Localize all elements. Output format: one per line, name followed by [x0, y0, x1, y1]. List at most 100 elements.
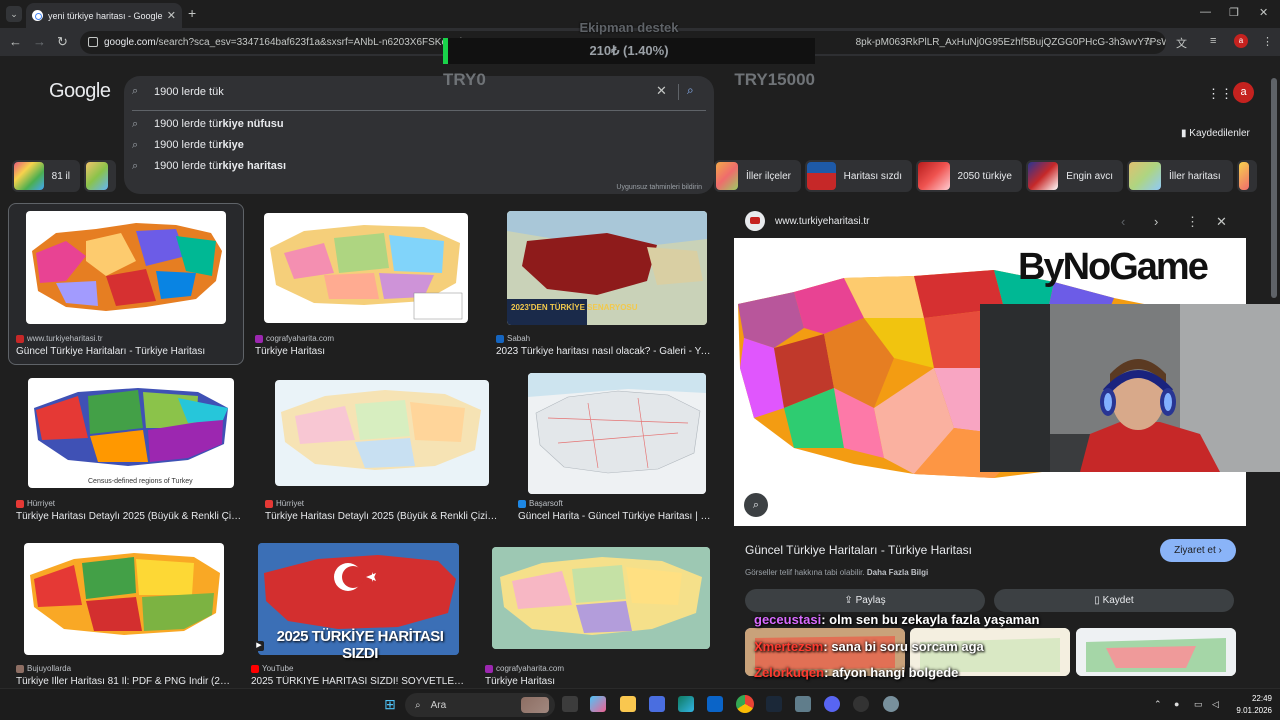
reload-icon[interactable]: ↻: [57, 34, 68, 50]
chip-iller-ilceler[interactable]: İller ilçeler: [714, 160, 801, 192]
taskbar-clock[interactable]: 22:49 9.01.2026: [1230, 693, 1272, 717]
browser-menu-icon[interactable]: ⋮: [1262, 35, 1273, 48]
chrome-icon[interactable]: [736, 695, 754, 713]
result-image[interactable]: [264, 213, 468, 323]
search-input[interactable]: [154, 82, 644, 102]
windows-taskbar: ⊞ ⌕ Ara ⌃ ● ▭ ◁ 22:49 9.01.2026: [0, 688, 1280, 720]
previous-icon[interactable]: ‹: [1121, 214, 1125, 229]
google-account-avatar[interactable]: a: [1233, 82, 1254, 103]
translate-icon[interactable]: 文: [1176, 35, 1187, 51]
result-caption[interactable]: Güncel Harita - Güncel Türkiye Haritası …: [518, 511, 716, 522]
result-caption[interactable]: Türkiye Haritası: [485, 676, 705, 687]
site-info-icon[interactable]: [88, 37, 98, 47]
chip-thumb: [918, 162, 950, 190]
chip-iller-haritasi[interactable]: İller haritası: [1127, 160, 1233, 192]
result-caption[interactable]: Türkiye Haritası Detaylı 2025 (Büyük & R…: [265, 511, 499, 522]
widgets-icon[interactable]: [590, 696, 606, 712]
close-preview-icon[interactable]: ✕: [1216, 214, 1227, 230]
store-icon[interactable]: [649, 696, 665, 712]
saved-link[interactable]: ▮ Kaydedilenler: [1181, 128, 1250, 139]
media-icon[interactable]: ≡: [1210, 35, 1216, 47]
result-caption[interactable]: Türkiye Haritası Detaylı 2025 (Büyük & R…: [16, 511, 244, 522]
google-apps-icon[interactable]: ⋮⋮: [1207, 86, 1233, 102]
chip-thumb: [14, 162, 44, 190]
result-caption[interactable]: Türkiye İller Haritası 81 İl: PDF & PNG …: [16, 676, 232, 687]
tray-overflow-icon[interactable]: ⌃: [1154, 699, 1162, 710]
chip-engin-avci[interactable]: Engin avcı: [1026, 160, 1123, 192]
microphone-icon[interactable]: ●: [1174, 699, 1179, 709]
result-image[interactable]: [24, 543, 224, 655]
visit-button[interactable]: Ziyaret et ›: [1160, 539, 1236, 562]
task-view-icon[interactable]: [562, 696, 578, 712]
back-icon[interactable]: ←: [9, 34, 22, 49]
suggestion-item[interactable]: ⌕ 1900 lerde türkiye haritası: [124, 156, 714, 177]
close-window-icon[interactable]: ✕: [1259, 6, 1268, 19]
profile-avatar[interactable]: a: [1234, 34, 1248, 48]
network-icon[interactable]: ▭: [1194, 699, 1203, 710]
related-image[interactable]: [1076, 628, 1236, 676]
suggestion-item[interactable]: ⌕ 1900 lerde türkiye: [124, 135, 714, 156]
site-icon: [16, 499, 24, 508]
learn-more-link[interactable]: Daha Fazla Bilgi: [867, 568, 928, 577]
result-caption[interactable]: 2023 Türkiye haritası nasıl olacak? - Ga…: [496, 346, 716, 357]
url-host: google.com: [104, 37, 156, 48]
discord-icon[interactable]: [824, 696, 840, 712]
result-image[interactable]: 2023'DEN TÜRKİYE SENARYOSU: [507, 211, 707, 325]
search-highlight-icon: [521, 697, 549, 713]
browser-tab[interactable]: yeni türkiye haritası - Google'da ✕: [26, 3, 182, 28]
bookmark-star-icon[interactable]: ☆: [1143, 35, 1153, 48]
url-tail: 8pk-pM063RkPlLR_AxHuNj0G95Ezhf5BujQZGG0P…: [855, 37, 1166, 48]
search-icon: ⌕: [132, 118, 139, 130]
preview-site-name: www.turkiyeharitasi.tr: [775, 215, 870, 227]
restore-icon[interactable]: ❐: [1229, 6, 1239, 19]
preview-site-header[interactable]: www.turkiyeharitasi.tr: [745, 210, 869, 232]
scrollbar-thumb[interactable]: [1271, 78, 1277, 298]
result-image[interactable]: Census-defined regions of Turkey: [28, 378, 234, 488]
settings-icon[interactable]: [883, 696, 899, 712]
chip-haritasi-sizdi[interactable]: Haritası sızdı: [805, 160, 912, 192]
chip-thumb: [86, 162, 108, 190]
file-explorer-icon[interactable]: [620, 696, 636, 712]
suggestion-text: 1900 lerde türkiye nüfusu: [154, 118, 284, 130]
steam-icon[interactable]: [766, 696, 782, 712]
mail-icon[interactable]: [707, 696, 723, 712]
result-image[interactable]: [492, 547, 710, 649]
new-tab-button[interactable]: +: [188, 5, 196, 21]
google-logo[interactable]: Google: [49, 80, 111, 103]
result-source: Bujuyollarda: [16, 664, 71, 673]
result-source: Hürriyet: [16, 499, 55, 508]
share-button[interactable]: ⇪ Paylaş: [745, 589, 985, 612]
forward-icon[interactable]: →: [33, 34, 46, 49]
result-image[interactable]: [275, 380, 489, 486]
result-caption[interactable]: Türkiye Haritası: [255, 346, 475, 357]
result-caption[interactable]: 2025 TÜRKİYE HARİTASI SIZDI! SOYVETLERİ.…: [251, 676, 465, 687]
lens-icon[interactable]: ⌕: [744, 493, 768, 517]
close-tab-icon[interactable]: ✕: [167, 9, 176, 22]
result-caption[interactable]: Güncel Türkiye Haritaları - Türkiye Hari…: [16, 346, 236, 357]
start-icon[interactable]: ⊞: [382, 696, 398, 712]
search-submit-icon[interactable]: ⌕: [687, 83, 694, 98]
tab-search-button[interactable]: ⌄: [6, 6, 22, 22]
minimize-icon[interactable]: —: [1200, 6, 1211, 18]
clear-icon[interactable]: ✕: [656, 83, 667, 99]
taskbar-search[interactable]: ⌕ Ara: [405, 693, 555, 717]
address-bar[interactable]: google.com/search?sca_esv=3347164baf623f…: [80, 31, 1166, 54]
volume-icon[interactable]: ◁: [1212, 699, 1219, 710]
more-options-icon[interactable]: ⋮: [1186, 214, 1199, 230]
result-image[interactable]: [528, 373, 706, 494]
app-icon[interactable]: [795, 696, 811, 712]
next-icon[interactable]: ›: [1154, 214, 1158, 229]
chip-more[interactable]: [1237, 160, 1257, 192]
report-predictions-link[interactable]: Uygunsuz tahminleri bildirin: [616, 184, 702, 191]
chip-2050-turkiye[interactable]: 2050 türkiye: [916, 160, 1022, 192]
preview-title[interactable]: Güncel Türkiye Haritaları - Türkiye Hari…: [745, 543, 972, 557]
suggestion-item[interactable]: ⌕ 1900 lerde türkiye nüfusu: [124, 114, 714, 135]
obs-icon[interactable]: [853, 696, 869, 712]
result-image[interactable]: [26, 211, 226, 324]
tab-strip: ⌄ yeni türkiye haritası - Google'da ✕ + …: [0, 0, 1280, 28]
edge-icon[interactable]: [678, 696, 694, 712]
chip-81-il[interactable]: 81 il: [12, 160, 80, 192]
chip-map[interactable]: [84, 160, 116, 192]
save-button[interactable]: ▯ Kaydet: [994, 589, 1234, 612]
site-icon: [16, 334, 24, 343]
